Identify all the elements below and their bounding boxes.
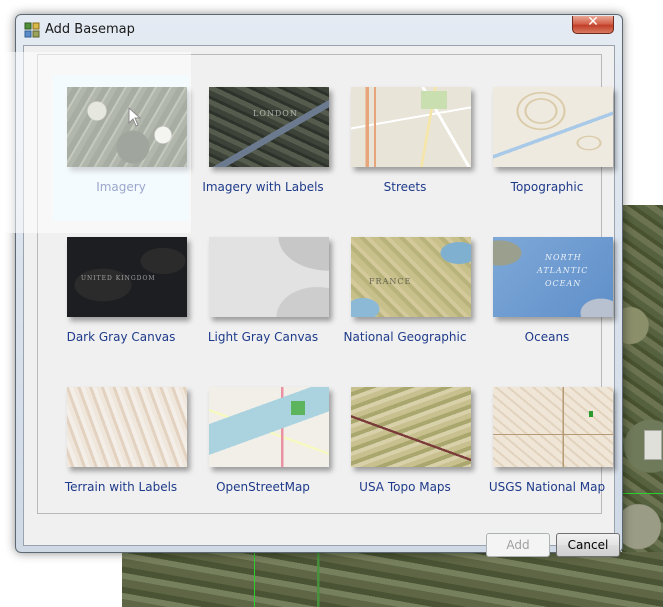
basemap-tile-dark-gray-canvas[interactable]: UNITED KINGDOM Dark Gray Canvas	[53, 225, 189, 371]
basemap-tile-national-geographic[interactable]: FRANCE National Geographic	[337, 225, 473, 371]
map-guide-line	[254, 552, 255, 607]
basemap-label: National Geographic	[343, 330, 467, 344]
basemap-label: OpenStreetMap	[216, 480, 310, 494]
basemap-label: USGS National Map	[488, 480, 606, 494]
basemap-gallery: Imagery LONDON Imagery with Labels Stree…	[37, 54, 613, 514]
cancel-button[interactable]: Cancel	[556, 533, 620, 557]
mouse-cursor-icon	[128, 107, 142, 127]
dialog-client-area: Imagery LONDON Imagery with Labels Stree…	[23, 45, 620, 557]
imagery-with-labels-thumbnail: LONDON	[209, 87, 329, 167]
openstreetmap-thumbnail	[209, 387, 329, 467]
basemap-label: Dark Gray Canvas	[66, 330, 176, 344]
usgs-national-map-thumbnail	[493, 387, 613, 467]
light-gray-canvas-thumbnail	[209, 237, 329, 317]
basemap-tile-usgs-national-map[interactable]: USGS National Map	[479, 375, 615, 521]
background-map-right	[622, 205, 663, 607]
map-building	[644, 430, 662, 460]
basemap-tile-imagery[interactable]: Imagery	[53, 75, 189, 221]
basemap-tile-topographic[interactable]: Topographic	[479, 75, 615, 221]
background-map-bottom	[122, 552, 663, 607]
dark-gray-canvas-thumbnail: UNITED KINGDOM	[67, 237, 187, 317]
basemap-label: Streets	[383, 180, 427, 194]
add-basemap-dialog: Add Basemap ✕ Imagery LONDON Imagery wit…	[15, 14, 623, 557]
terrain-with-labels-thumbnail	[67, 387, 187, 467]
basemap-label: Imagery with Labels	[202, 180, 324, 194]
dialog-title: Add Basemap	[45, 22, 135, 37]
close-icon: ✕	[587, 14, 599, 30]
map-label-north: NORTH	[545, 253, 582, 262]
title-bar[interactable]: Add Basemap ✕	[16, 14, 622, 45]
add-button[interactable]: Add	[486, 533, 550, 557]
topographic-thumbnail	[493, 87, 613, 167]
basemap-label: Terrain with Labels	[64, 480, 178, 494]
basemap-app-icon	[24, 22, 40, 38]
imagery-thumbnail	[67, 87, 187, 167]
map-label-france: FRANCE	[369, 277, 412, 286]
basemap-label: Topographic	[510, 180, 584, 194]
usa-topo-maps-thumbnail	[351, 387, 471, 467]
basemap-tile-light-gray-canvas[interactable]: Light Gray Canvas	[195, 225, 331, 371]
basemap-tile-imagery-with-labels[interactable]: LONDON Imagery with Labels	[195, 75, 331, 221]
map-label-ocean: OCEAN	[545, 279, 582, 288]
basemap-label: USA Topo Maps	[359, 480, 451, 494]
oceans-thumbnail: NORTH ATLANTIC OCEAN	[493, 237, 613, 317]
basemap-tile-oceans[interactable]: NORTH ATLANTIC OCEAN Oceans	[479, 225, 615, 371]
basemap-tile-usa-topo-maps[interactable]: USA Topo Maps	[337, 375, 473, 521]
map-label-london: LONDON	[253, 109, 298, 118]
national-geographic-thumbnail: FRANCE	[351, 237, 471, 317]
basemap-tile-streets[interactable]: Streets	[337, 75, 473, 221]
close-button[interactable]: ✕	[572, 14, 614, 34]
basemap-label: Oceans	[524, 330, 570, 344]
map-label-united-kingdom: UNITED KINGDOM	[81, 275, 156, 282]
map-guide-line	[622, 493, 663, 494]
basemap-label: Imagery	[96, 180, 146, 194]
basemap-tile-openstreetmap[interactable]: OpenStreetMap	[195, 375, 331, 521]
map-label-atlantic: ATLANTIC	[537, 266, 589, 275]
basemap-tile-terrain-with-labels[interactable]: Terrain with Labels	[53, 375, 189, 521]
streets-thumbnail	[351, 87, 471, 167]
basemap-label: Light Gray Canvas	[207, 330, 319, 344]
